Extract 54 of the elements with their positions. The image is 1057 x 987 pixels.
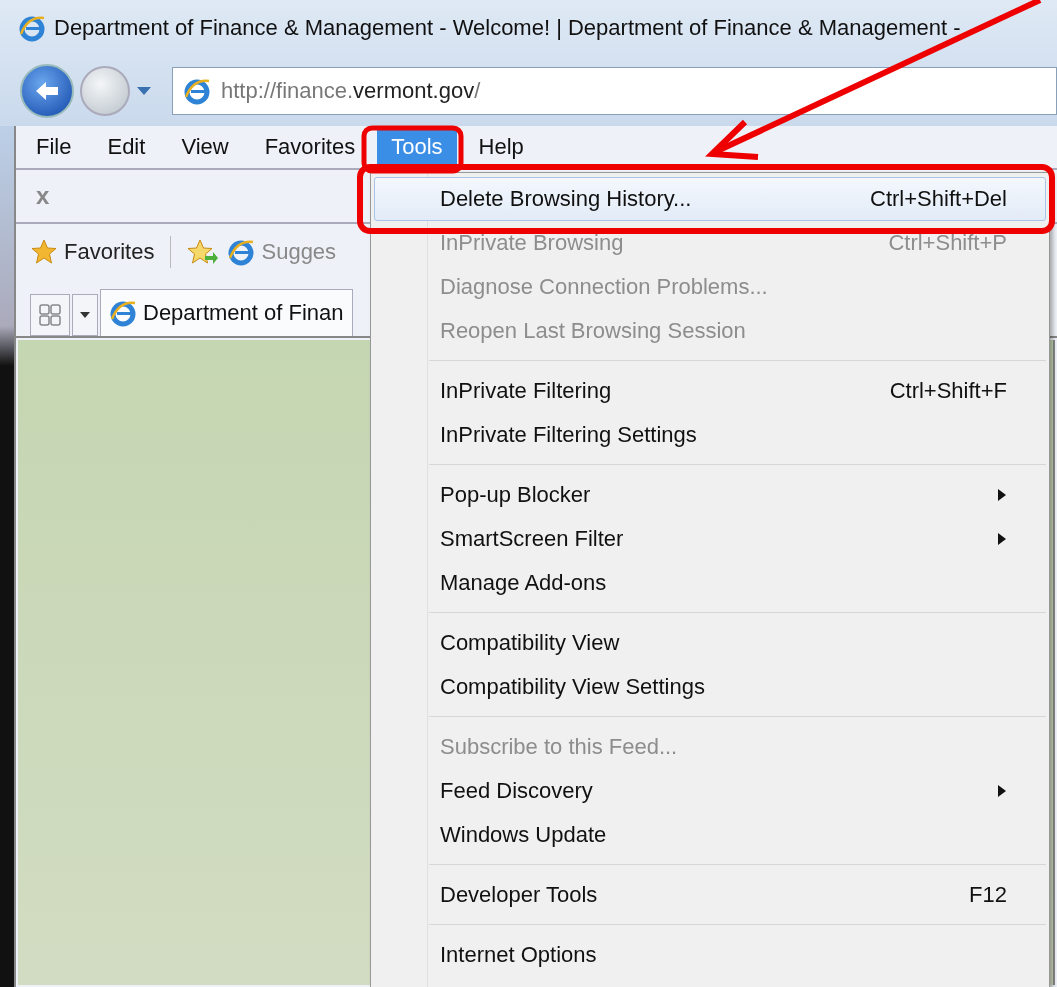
menu-item-label: Pop-up Blocker xyxy=(440,482,592,508)
favorites-button[interactable]: Favorites xyxy=(30,238,155,266)
menu-item-label: Compatibility View xyxy=(440,630,621,656)
menu-item[interactable]: Manage Add-ons xyxy=(374,561,1046,605)
menu-bar-item[interactable]: File xyxy=(22,129,86,165)
menu-item[interactable]: InPrivate Filtering Settings xyxy=(374,413,1046,457)
menu-bar-item[interactable]: Favorites xyxy=(250,129,370,165)
menu-item[interactable]: Internet Options xyxy=(374,933,1046,977)
menu-item-label: Feed Discovery xyxy=(440,778,594,804)
shortcut-label: Ctrl+Shift+F xyxy=(889,378,1007,404)
menu-item-label: Reopen Last Browsing Session xyxy=(440,318,747,344)
menu-item-label: InPrivate Browsing xyxy=(440,230,625,256)
menu-item-label: Delete Browsing History... xyxy=(440,186,693,212)
add-favorite-icon[interactable] xyxy=(187,238,220,266)
dropdown-caret-icon[interactable] xyxy=(136,86,152,96)
address-field[interactable]: http://finance.vermont.gov/ xyxy=(172,67,1057,115)
menu-item-label: Compatibility View Settings xyxy=(440,674,706,700)
menu-item[interactable]: SmartScreen Filter xyxy=(374,517,1046,561)
browser-logo-icon xyxy=(109,299,137,327)
menu-item[interactable]: InPrivate Filtering Ctrl+Shift+F xyxy=(374,369,1046,413)
menu-item[interactable]: Compatibility View xyxy=(374,621,1046,665)
shortcut-label: F12 xyxy=(969,882,1007,908)
forward-button[interactable] xyxy=(80,66,130,116)
window-title: Department of Finance & Management - Welcome! | Department of Finance & Management - xyxy=(54,15,961,41)
browser-logo-icon xyxy=(227,238,256,266)
menu-item-label: InPrivate Filtering Settings xyxy=(440,422,698,448)
menu-item[interactable]: Developer Tools F12 xyxy=(374,873,1046,917)
grid-icon xyxy=(38,303,62,327)
menu-item[interactable]: Compatibility View Settings xyxy=(374,665,1046,709)
menu-item-label: Windows Update xyxy=(440,822,608,848)
shortcut-label: Ctrl+Shift+P xyxy=(888,230,1007,256)
menu-item[interactable]: Windows Update xyxy=(374,813,1046,857)
menu-item-label: InPrivate Filtering xyxy=(440,378,613,404)
back-arrow-icon xyxy=(34,80,60,102)
menu-item-label: Internet Options xyxy=(440,942,598,968)
menu-item[interactable]: Pop-up Blocker xyxy=(374,473,1046,517)
menu-item-label: SmartScreen Filter xyxy=(440,526,625,552)
page-icon xyxy=(183,77,211,105)
back-button[interactable] xyxy=(20,64,74,118)
menu-item-label: Subscribe to this Feed... xyxy=(440,734,679,760)
menu-item-label: Developer Tools xyxy=(440,882,599,908)
star-icon xyxy=(30,238,58,266)
menu-item[interactable]: Feed Discovery xyxy=(374,769,1046,813)
menu-item-label: Manage Add-ons xyxy=(440,570,608,596)
shortcut-label: Ctrl+Shift+Del xyxy=(870,186,1007,212)
menu-item-label: Diagnose Connection Problems... xyxy=(440,274,769,300)
menu-item[interactable]: Delete Browsing History... Ctrl+Shift+Del xyxy=(374,177,1046,221)
browser-logo-icon xyxy=(18,14,46,42)
menu-bar-item[interactable]: Help xyxy=(464,129,538,165)
menu-bar-item[interactable]: View xyxy=(167,129,243,165)
menu-bar-item[interactable]: Edit xyxy=(93,129,160,165)
browser-tab[interactable]: Department of Finan xyxy=(100,289,353,336)
caret-icon xyxy=(80,312,90,318)
tab-list-button[interactable] xyxy=(72,294,98,336)
